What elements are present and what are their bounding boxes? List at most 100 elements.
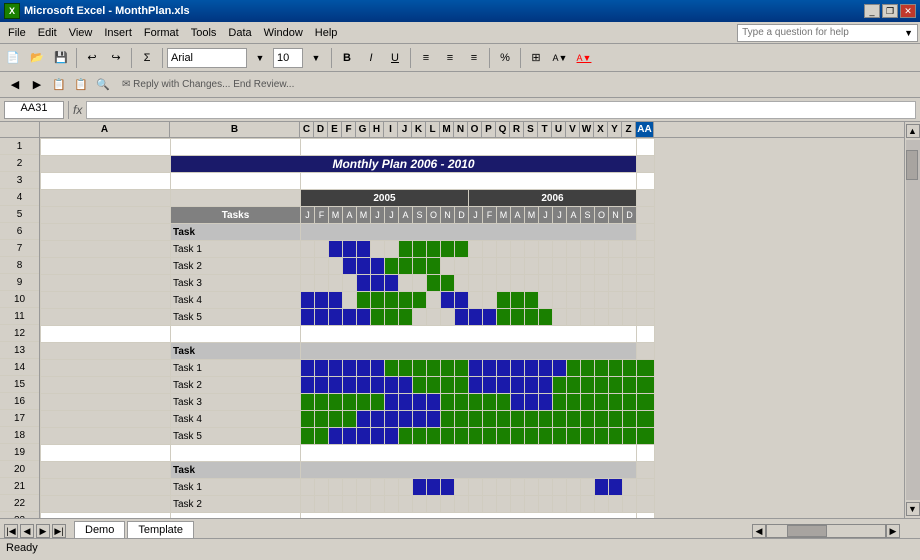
x9[interactable] (595, 275, 609, 292)
f18[interactable] (343, 428, 357, 445)
aa12[interactable] (637, 326, 655, 343)
n10[interactable] (455, 292, 469, 309)
h17[interactable] (371, 411, 385, 428)
h22[interactable] (371, 496, 385, 513)
w18[interactable] (581, 428, 595, 445)
i9[interactable] (385, 275, 399, 292)
cell-aa4[interactable] (637, 190, 655, 207)
cell-aa6[interactable] (637, 224, 655, 241)
x11[interactable] (595, 309, 609, 326)
u9[interactable] (553, 275, 567, 292)
x14[interactable] (595, 360, 609, 377)
o21[interactable] (469, 479, 483, 496)
s8[interactable] (525, 258, 539, 275)
tab-prev-button[interactable]: ◀ (20, 524, 34, 538)
q22[interactable] (497, 496, 511, 513)
r18[interactable] (511, 428, 525, 445)
d9[interactable] (315, 275, 329, 292)
row-5[interactable]: 5 (0, 206, 39, 223)
o18[interactable] (469, 428, 483, 445)
u7[interactable] (553, 241, 567, 258)
col-N-header[interactable]: N (454, 122, 468, 137)
col-Z-header[interactable]: Z (622, 122, 636, 137)
cell-a14[interactable] (41, 360, 171, 377)
d14[interactable] (315, 360, 329, 377)
col-X-header[interactable]: X (594, 122, 608, 137)
g9[interactable] (357, 275, 371, 292)
z14[interactable] (623, 360, 637, 377)
u18[interactable] (553, 428, 567, 445)
row-13[interactable]: 13 (0, 342, 39, 359)
q21[interactable] (497, 479, 511, 496)
x10[interactable] (595, 292, 609, 309)
e9[interactable] (329, 275, 343, 292)
e15[interactable] (329, 377, 343, 394)
menu-file[interactable]: File (2, 25, 32, 41)
aa7[interactable] (637, 241, 655, 258)
col-Y-header[interactable]: Y (608, 122, 622, 137)
u11[interactable] (553, 309, 567, 326)
d17[interactable] (315, 411, 329, 428)
q16[interactable] (497, 394, 511, 411)
menu-data[interactable]: Data (222, 25, 257, 41)
cell-title[interactable]: Monthly Plan 2006 - 2010 (171, 156, 637, 173)
aa9[interactable] (637, 275, 655, 292)
cell-a2[interactable] (41, 156, 171, 173)
g16[interactable] (357, 394, 371, 411)
u21[interactable] (553, 479, 567, 496)
vscroll-thumb[interactable] (906, 150, 918, 180)
j22[interactable] (399, 496, 413, 513)
font-color-button[interactable]: A▼ (573, 47, 595, 69)
z10[interactable] (623, 292, 637, 309)
scroll-up-button[interactable]: ▲ (906, 124, 920, 138)
m21[interactable] (441, 479, 455, 496)
cell-a3[interactable] (41, 173, 171, 190)
row-15[interactable]: 15 (0, 376, 39, 393)
q9[interactable] (497, 275, 511, 292)
v22[interactable] (567, 496, 581, 513)
w22[interactable] (581, 496, 595, 513)
aa22[interactable] (637, 496, 655, 513)
d7[interactable] (315, 241, 329, 258)
cell-a15[interactable] (41, 377, 171, 394)
t9[interactable] (539, 275, 553, 292)
p14[interactable] (483, 360, 497, 377)
aa13[interactable] (637, 343, 655, 360)
d15[interactable] (315, 377, 329, 394)
z18[interactable] (623, 428, 637, 445)
align-left-button[interactable]: ≡ (415, 47, 437, 69)
cell-aa2[interactable] (637, 156, 655, 173)
f8[interactable] (343, 258, 357, 275)
i22[interactable] (385, 496, 399, 513)
g10[interactable] (357, 292, 371, 309)
align-right-button[interactable]: ≡ (463, 47, 485, 69)
h9[interactable] (371, 275, 385, 292)
w14[interactable] (581, 360, 595, 377)
v7[interactable] (567, 241, 581, 258)
l7[interactable] (427, 241, 441, 258)
w10[interactable] (581, 292, 595, 309)
l9[interactable] (427, 275, 441, 292)
cell-a4[interactable] (41, 190, 171, 207)
s18[interactable] (525, 428, 539, 445)
k9[interactable] (413, 275, 427, 292)
v16[interactable] (567, 394, 581, 411)
f22[interactable] (343, 496, 357, 513)
x7[interactable] (595, 241, 609, 258)
cell-a23[interactable] (41, 513, 171, 519)
u16[interactable] (553, 394, 567, 411)
j10[interactable] (399, 292, 413, 309)
aa8[interactable] (637, 258, 655, 275)
tb-icon1[interactable]: 📋 (48, 74, 70, 96)
t8[interactable] (539, 258, 553, 275)
d18[interactable] (315, 428, 329, 445)
z17[interactable] (623, 411, 637, 428)
redo-button[interactable]: ↪ (105, 47, 127, 69)
v14[interactable] (567, 360, 581, 377)
v11[interactable] (567, 309, 581, 326)
c21[interactable] (301, 479, 315, 496)
w9[interactable] (581, 275, 595, 292)
l11[interactable] (427, 309, 441, 326)
hscroll-left-button[interactable]: ◀ (752, 524, 766, 538)
cell-a17[interactable] (41, 411, 171, 428)
